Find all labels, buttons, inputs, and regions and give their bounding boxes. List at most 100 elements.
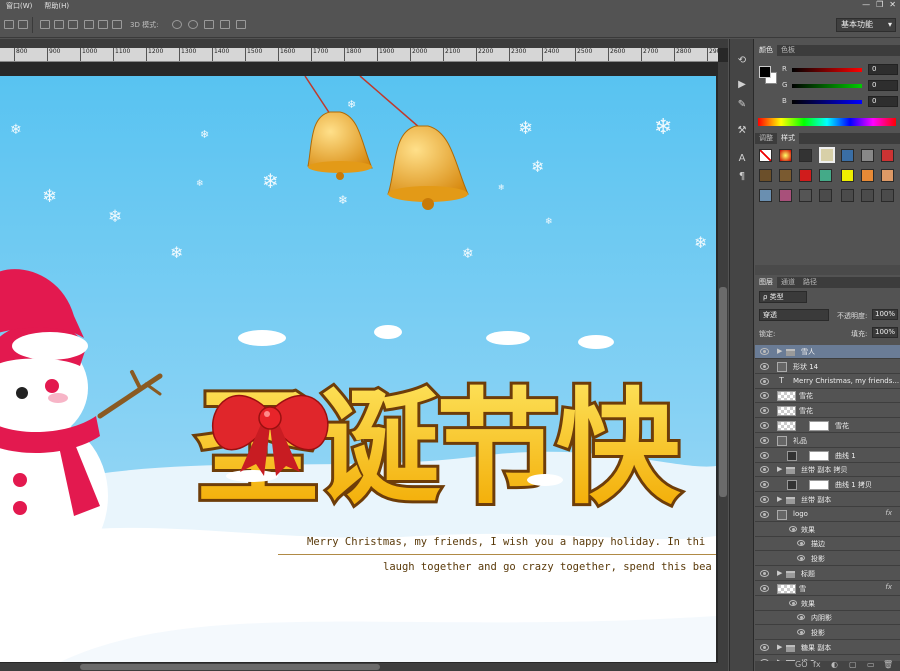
style-swatch[interactable] — [841, 149, 854, 162]
expand-arrow-icon[interactable]: ▶ — [777, 465, 782, 473]
tab-channels[interactable]: 通道 — [777, 277, 799, 288]
layer-row[interactable]: 形状 14 — [755, 359, 900, 374]
visibility-eye-icon[interactable] — [760, 510, 769, 518]
align-center-icon[interactable] — [18, 20, 28, 29]
tab-layers[interactable]: 图层 — [755, 277, 777, 288]
visibility-eye-icon[interactable] — [760, 644, 769, 651]
style-swatch[interactable] — [779, 169, 792, 182]
expand-arrow-icon[interactable]: ▶ — [777, 643, 782, 651]
3d-roll-icon[interactable] — [188, 20, 198, 29]
style-swatch-selected[interactable] — [819, 147, 835, 163]
style-swatch[interactable] — [881, 169, 894, 182]
tab-paths[interactable]: 路径 — [799, 277, 821, 288]
expand-arrow-icon[interactable]: ▶ — [777, 347, 782, 355]
layer-row[interactable]: 雪花 — [755, 389, 900, 404]
menu-window[interactable]: 窗口(W) — [0, 1, 38, 11]
style-swatch[interactable] — [861, 149, 874, 162]
visibility-eye-icon[interactable] — [760, 496, 769, 503]
style-swatch[interactable] — [819, 169, 832, 182]
effects-eye-icon[interactable] — [789, 525, 797, 532]
link-layers-icon[interactable]: GO — [795, 660, 808, 669]
actions-icon[interactable]: ▶ — [736, 79, 748, 90]
color-spectrum[interactable] — [758, 118, 896, 126]
visibility-eye-icon[interactable] — [760, 422, 769, 429]
horizontal-scrollbar[interactable] — [0, 663, 718, 671]
layer-row[interactable]: 投影 — [755, 626, 900, 641]
add-mask-icon[interactable]: ◐ — [831, 660, 838, 669]
distribute-right-icon[interactable] — [112, 20, 122, 29]
layer-row[interactable]: 效果 — [755, 596, 900, 611]
style-swatch[interactable] — [779, 149, 792, 162]
layer-row[interactable]: 雪花 — [755, 419, 900, 433]
character-icon[interactable]: A — [736, 153, 748, 164]
visibility-eye-icon[interactable] — [760, 466, 769, 474]
visibility-eye-icon[interactable] — [760, 407, 769, 415]
expand-arrow-icon[interactable]: ▶ — [777, 495, 782, 503]
3d-pan-icon[interactable] — [204, 20, 214, 29]
layer-row[interactable]: 雪花 — [755, 404, 900, 419]
style-swatch[interactable] — [861, 189, 874, 202]
effect-eye-icon[interactable] — [797, 555, 805, 562]
tab-swatches[interactable]: 色板 — [777, 45, 799, 56]
style-swatch[interactable] — [841, 189, 854, 202]
layer-row[interactable]: 曲线 1 拷贝 — [755, 478, 900, 493]
foreground-color-swatch[interactable] — [759, 66, 771, 78]
layer-row[interactable]: ▶ 丝带 副本 拷贝 — [755, 463, 900, 478]
3d-rotate-icon[interactable] — [172, 20, 182, 29]
layer-row[interactable]: T Merry Christmas, my friends... — [755, 374, 900, 389]
visibility-eye-icon[interactable] — [760, 392, 769, 400]
layer-row[interactable]: 内阴影 — [755, 611, 900, 626]
distribute-bottom-icon[interactable] — [68, 20, 78, 29]
new-layer-icon[interactable]: ▭ — [867, 660, 875, 669]
style-swatch[interactable] — [841, 169, 854, 182]
distribute-left-icon[interactable] — [84, 20, 94, 29]
visibility-eye-icon[interactable] — [760, 348, 769, 355]
vertical-scrollbar[interactable] — [718, 62, 728, 671]
fill-value[interactable]: 100% — [872, 327, 898, 338]
red-value[interactable]: 0 — [868, 64, 898, 75]
style-swatch[interactable] — [819, 189, 832, 202]
effect-eye-icon[interactable] — [797, 540, 805, 547]
layer-row[interactable]: ▶ 糖果 副本 — [755, 641, 900, 655]
tool-presets-icon[interactable]: ⚒ — [736, 125, 748, 136]
align-left-icon[interactable] — [4, 20, 14, 29]
menu-help[interactable]: 帮助(H) — [38, 1, 75, 11]
visibility-eye-icon[interactable] — [760, 481, 769, 489]
layer-row[interactable]: 雪 fx — [755, 581, 900, 596]
style-swatch[interactable] — [799, 169, 812, 182]
effect-eye-icon[interactable] — [797, 629, 805, 636]
layer-row[interactable]: 投影 — [755, 552, 900, 567]
history-icon[interactable]: ⟲ — [736, 55, 748, 66]
workspace-select[interactable]: 基本功能 — [836, 18, 896, 32]
fx-badge[interactable]: fx — [885, 509, 892, 517]
horizontal-scroll-thumb[interactable] — [80, 664, 380, 670]
blend-mode-select[interactable]: 穿透 — [759, 309, 829, 321]
canvas[interactable]: ❄ ❄ ❄ ❄ ❄ ❄ ❄ ❄ ❄ ❄ ❄ ❄ ❄ ❄ ❄ ❄ 圣诞节快 Mer… — [0, 76, 716, 662]
tab-adjustments[interactable]: 调整 — [755, 133, 777, 144]
visibility-eye-icon[interactable] — [760, 451, 769, 459]
layer-row[interactable]: 曲线 1 — [755, 448, 900, 463]
vertical-scroll-thumb[interactable] — [719, 287, 727, 497]
layer-row[interactable]: 礼品 — [755, 433, 900, 448]
new-fill-icon[interactable]: ▢ — [849, 660, 857, 669]
style-swatch[interactable] — [881, 189, 894, 202]
horizontal-ruler[interactable]: 800 900 1000 1100 1200 1300 1400 1500 1600 1700 18… — [0, 48, 718, 62]
green-value[interactable]: 0 — [868, 80, 898, 91]
restore-icon[interactable]: ❐ — [876, 0, 883, 9]
expand-arrow-icon[interactable]: ▶ — [777, 569, 782, 577]
close-icon[interactable]: ✕ — [889, 0, 896, 9]
visibility-eye-icon[interactable] — [760, 570, 769, 577]
style-swatch[interactable] — [799, 189, 812, 202]
layer-row[interactable]: logo fx — [755, 507, 900, 522]
style-swatch[interactable] — [759, 189, 772, 202]
distribute-middle-icon[interactable] — [54, 20, 64, 29]
delete-layer-icon[interactable]: 🗑 — [883, 660, 893, 669]
blue-slider[interactable] — [792, 100, 862, 104]
3d-slide-icon[interactable] — [220, 20, 230, 29]
visibility-eye-icon[interactable] — [760, 436, 769, 444]
distribute-center-icon[interactable] — [98, 20, 108, 29]
style-swatch[interactable] — [759, 169, 772, 182]
minimize-icon[interactable]: — — [862, 0, 870, 9]
effects-eye-icon[interactable] — [789, 599, 797, 606]
paragraph-icon[interactable]: ¶ — [736, 171, 748, 182]
